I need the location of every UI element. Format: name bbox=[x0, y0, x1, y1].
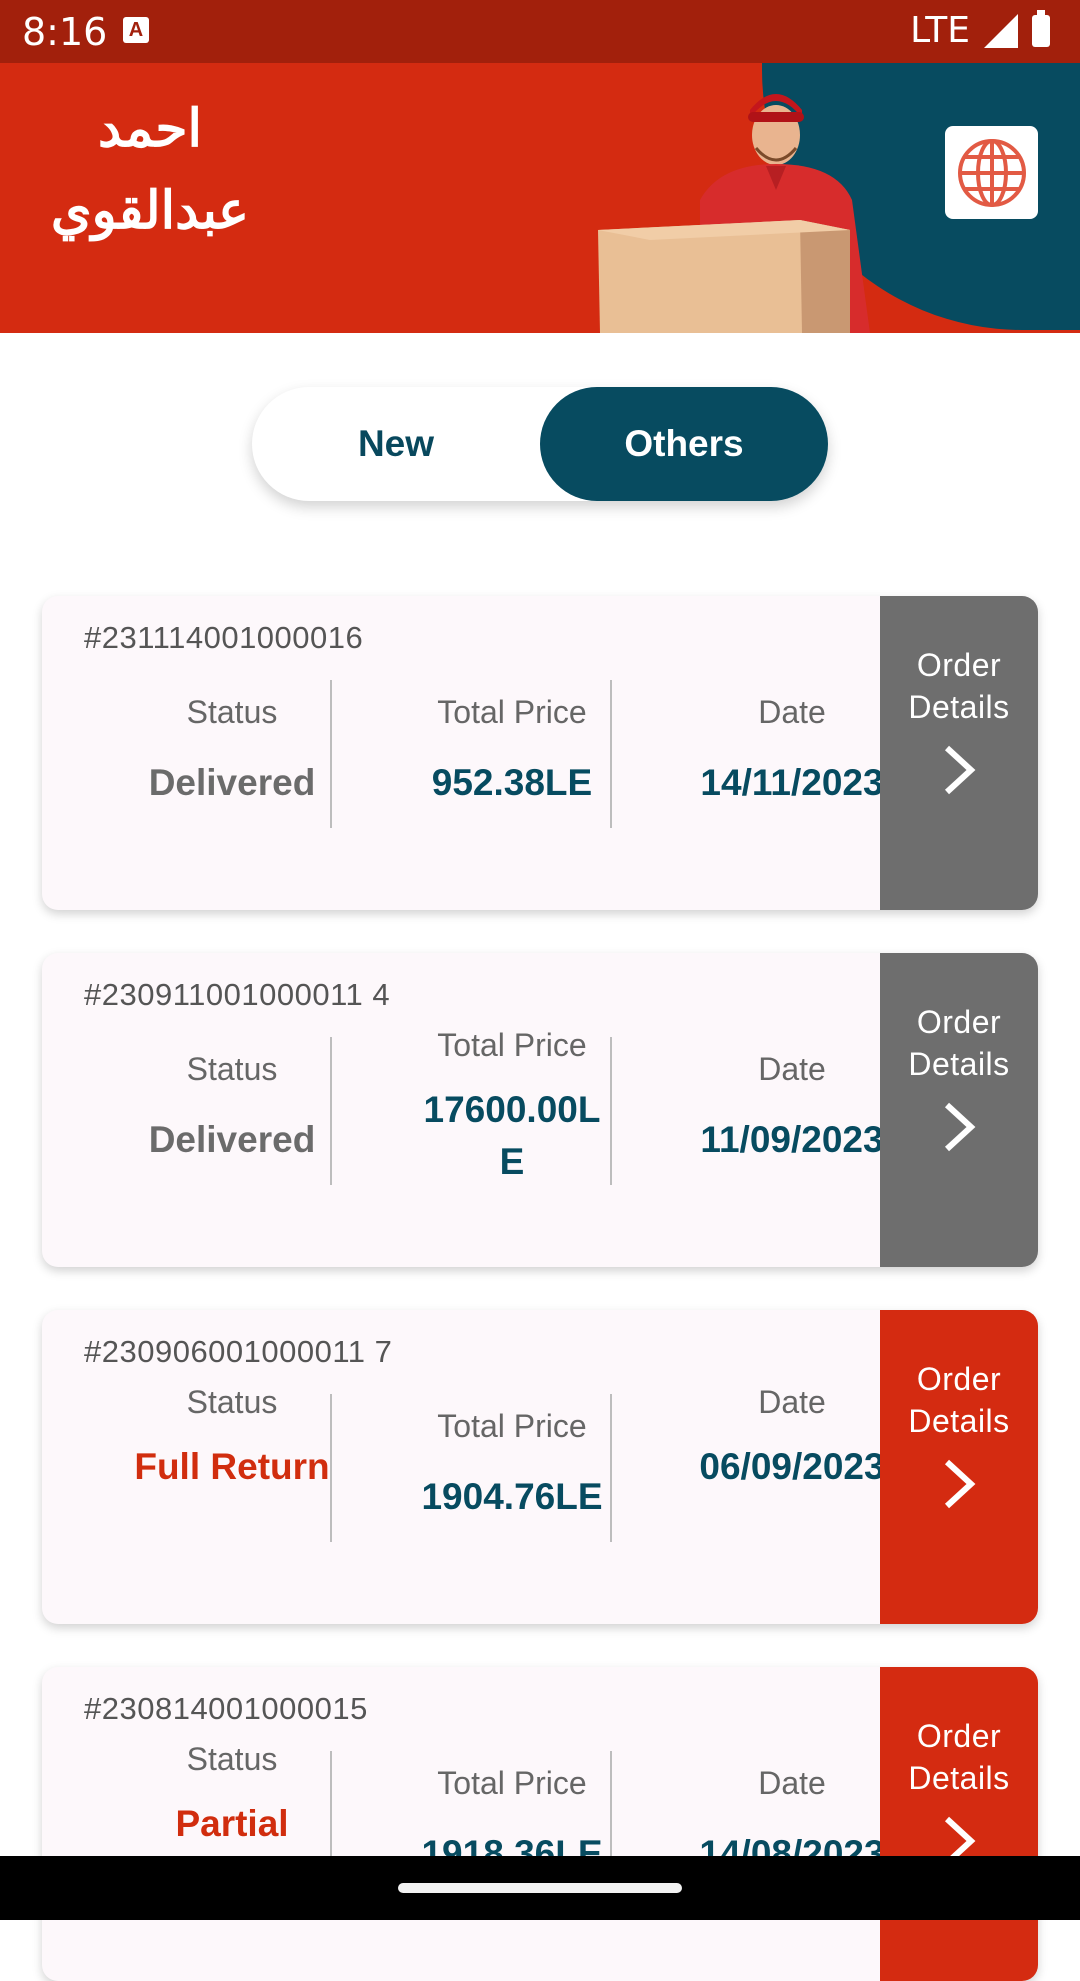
language-button[interactable] bbox=[945, 126, 1038, 219]
order-card: #230911001000011 4 Status Delivered Tota… bbox=[42, 953, 1038, 1267]
order-card: #230814001000015 Status Partial Total Pr… bbox=[42, 1667, 1038, 1981]
signal-icon bbox=[984, 13, 1018, 48]
order-details-button[interactable]: Order Details bbox=[880, 596, 1038, 910]
order-details-label: Order bbox=[916, 1718, 1002, 1754]
order-details-button[interactable]: Order Details bbox=[880, 1667, 1038, 1981]
order-id: #231114001000016 bbox=[84, 620, 364, 655]
order-id: #230814001000015 bbox=[84, 1691, 368, 1726]
order-details-label: Details bbox=[908, 1046, 1010, 1082]
system-navigation-bar bbox=[0, 1856, 1080, 1920]
network-type: LTE bbox=[910, 10, 970, 51]
order-card: #230906001000011 7 Status Full Return To… bbox=[42, 1310, 1038, 1624]
divider bbox=[330, 680, 332, 828]
divider bbox=[610, 1037, 612, 1185]
order-card: #231114001000016 Status Delivered Total … bbox=[42, 596, 1038, 910]
chevron-right-icon bbox=[944, 1459, 976, 1509]
globe-icon bbox=[957, 138, 1026, 207]
chevron-right-icon bbox=[944, 745, 976, 795]
chevron-right-icon bbox=[944, 1102, 976, 1152]
order-date: 06/09/2023 bbox=[699, 1446, 885, 1487]
order-details-label: Order bbox=[916, 1004, 1002, 1040]
divider bbox=[610, 680, 612, 828]
order-details-label: Order bbox=[916, 647, 1002, 683]
tab-new[interactable]: New bbox=[252, 387, 540, 501]
order-id: #230911001000011 4 bbox=[84, 977, 391, 1012]
order-id: #230906001000011 7 bbox=[84, 1334, 393, 1369]
divider bbox=[610, 1394, 612, 1542]
status-time: 8:16 bbox=[22, 10, 108, 54]
user-name: احمد عبدالقوي bbox=[50, 98, 250, 241]
a-icon: A bbox=[123, 17, 149, 43]
order-details-label: Order bbox=[916, 1361, 1002, 1397]
order-details-button[interactable]: Order Details bbox=[880, 953, 1038, 1267]
battery-icon bbox=[1032, 9, 1050, 47]
order-details-button[interactable]: Order Details bbox=[880, 1310, 1038, 1624]
status-bar: 8:16 A LTE bbox=[0, 0, 1080, 63]
order-details-label: Details bbox=[908, 689, 1010, 725]
order-details-label: Details bbox=[908, 1760, 1010, 1796]
orders-filter-toggle: New Others bbox=[252, 387, 828, 501]
tab-others[interactable]: Others bbox=[540, 387, 828, 501]
divider bbox=[330, 1394, 332, 1542]
courier-illustration bbox=[598, 94, 870, 333]
order-details-label: Details bbox=[908, 1403, 1010, 1439]
order-total-price: 17600.00LE bbox=[423, 1089, 601, 1182]
divider bbox=[330, 1037, 332, 1185]
home-handle[interactable] bbox=[398, 1883, 682, 1893]
